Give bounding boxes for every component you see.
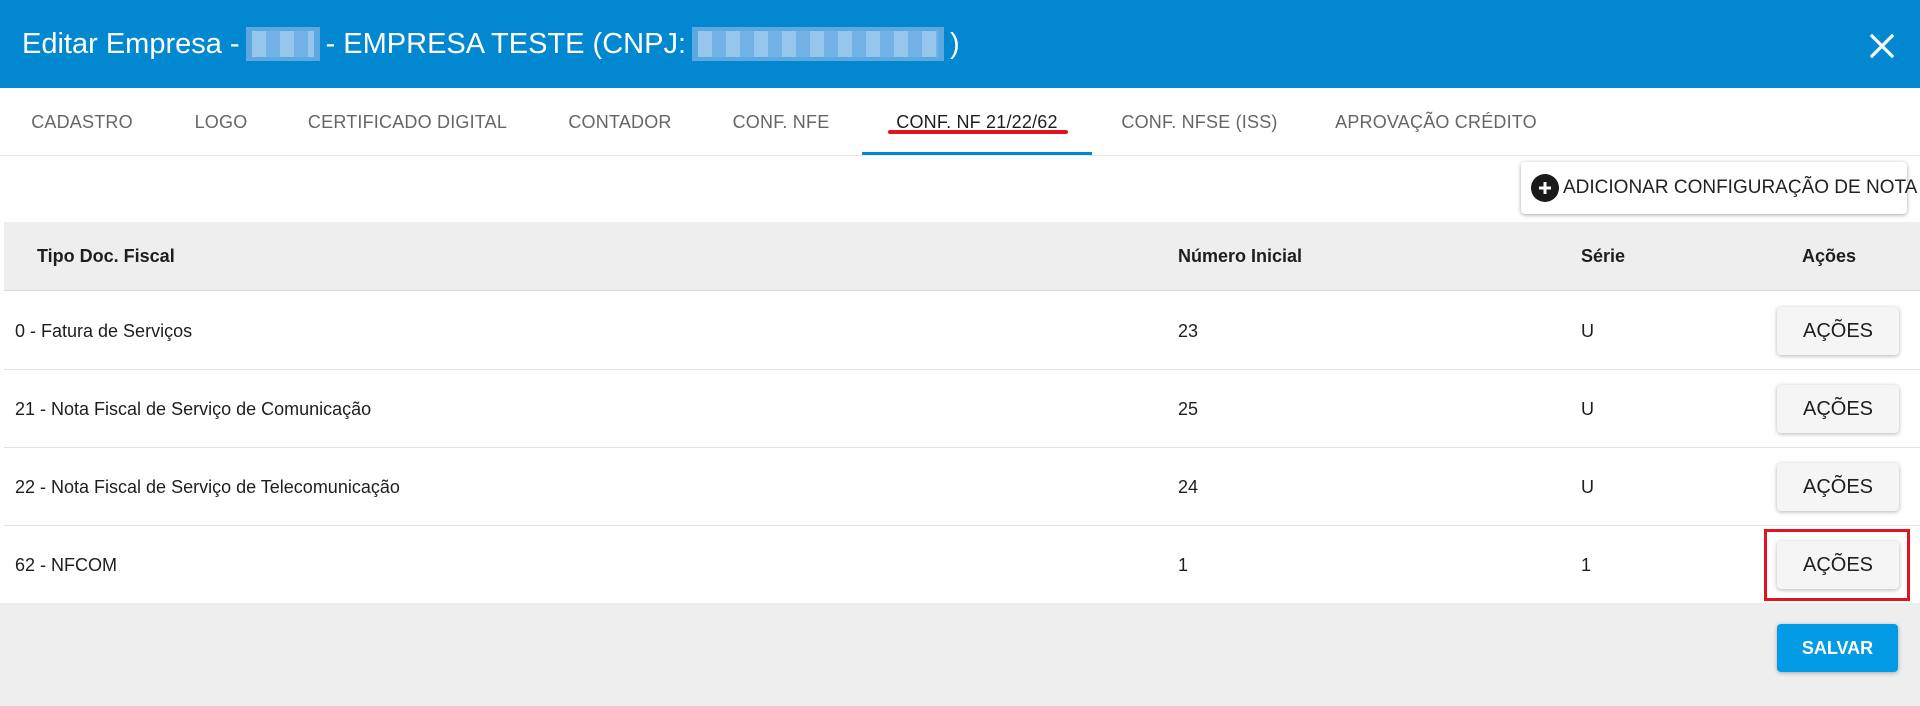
tab-logo[interactable]: LOGO <box>162 88 280 156</box>
tab-conf-nfe[interactable]: CONF. NFE <box>705 88 857 156</box>
redacted-company-code <box>245 27 320 61</box>
table-row: 62 - NFCOM 1 1 AÇÕES <box>4 526 1920 604</box>
close-icon <box>1869 33 1895 59</box>
title-middle: - EMPRESA TESTE (CNPJ: <box>325 27 686 60</box>
table-row: 22 - Nota Fiscal de Serviço de Telecomun… <box>4 448 1920 526</box>
column-header-numero-inicial: Número Inicial <box>1178 246 1303 266</box>
plus-circle-icon <box>1531 174 1559 202</box>
tab-aprovacao-credito[interactable]: APROVAÇÃO CRÉDITO <box>1320 88 1552 156</box>
title-suffix: ) <box>950 27 960 60</box>
dialog-title: Editar Empresa - - EMPRESA TESTE (CNPJ: … <box>22 24 960 64</box>
cell-numero-inicial: 1 <box>1178 554 1189 575</box>
highlight-underline <box>888 130 1068 134</box>
cell-tipo: 0 - Fatura de Serviços <box>15 320 193 341</box>
cell-numero-inicial: 23 <box>1178 320 1199 341</box>
acoes-button[interactable]: AÇÕES <box>1777 385 1899 433</box>
column-header-tipo: Tipo Doc. Fiscal <box>37 246 175 266</box>
save-button[interactable]: SALVAR <box>1777 624 1898 672</box>
tab-certificado-digital[interactable]: CERTIFICADO DIGITAL <box>280 88 535 156</box>
acoes-button[interactable]: AÇÕES <box>1777 307 1899 355</box>
cell-serie: 1 <box>1581 554 1592 575</box>
table-row: 21 - Nota Fiscal de Serviço de Comunicaç… <box>4 370 1920 448</box>
cell-numero-inicial: 24 <box>1178 476 1199 497</box>
cell-tipo: 22 - Nota Fiscal de Serviço de Telecomun… <box>15 476 400 497</box>
highlight-box <box>1764 529 1910 601</box>
title-prefix: Editar Empresa - <box>22 27 240 60</box>
tab-contador[interactable]: CONTADOR <box>535 88 705 156</box>
tab-conf-nf-21-22-62[interactable]: CONF. NF 21/22/62 <box>862 88 1092 156</box>
add-note-configuration-button[interactable]: ADICIONAR CONFIGURAÇÃO DE NOTA <box>1521 162 1917 214</box>
cell-serie: U <box>1581 476 1594 497</box>
tab-cadastro[interactable]: CADASTRO <box>2 88 162 156</box>
acoes-button[interactable]: AÇÕES <box>1777 463 1899 511</box>
cell-serie: U <box>1581 398 1594 419</box>
cell-serie: U <box>1581 320 1594 341</box>
cell-numero-inicial: 25 <box>1178 398 1199 419</box>
table-header: Tipo Doc. Fiscal Número Inicial Série Aç… <box>4 222 1920 291</box>
tab-bar: CADASTRO LOGO CERTIFICADO DIGITAL CONTAD… <box>0 88 1920 156</box>
dialog-header: Editar Empresa - - EMPRESA TESTE (CNPJ: … <box>0 0 1920 88</box>
cell-tipo: 21 - Nota Fiscal de Serviço de Comunicaç… <box>15 398 372 419</box>
active-tab-indicator <box>862 152 1092 155</box>
cell-tipo: 62 - NFCOM <box>15 554 118 575</box>
tab-conf-nfse-iss[interactable]: CONF. NFSE (ISS) <box>1092 88 1307 156</box>
add-note-configuration-label: ADICIONAR CONFIGURAÇÃO DE NOTA <box>1563 177 1918 198</box>
table-row: 0 - Fatura de Serviços 23 U AÇÕES <box>4 292 1920 370</box>
column-header-acoes: Ações <box>1802 246 1857 266</box>
dialog-footer <box>0 603 1920 706</box>
column-header-serie: Série <box>1581 246 1626 266</box>
close-button[interactable] <box>1862 26 1902 66</box>
redacted-cnpj <box>692 27 944 61</box>
